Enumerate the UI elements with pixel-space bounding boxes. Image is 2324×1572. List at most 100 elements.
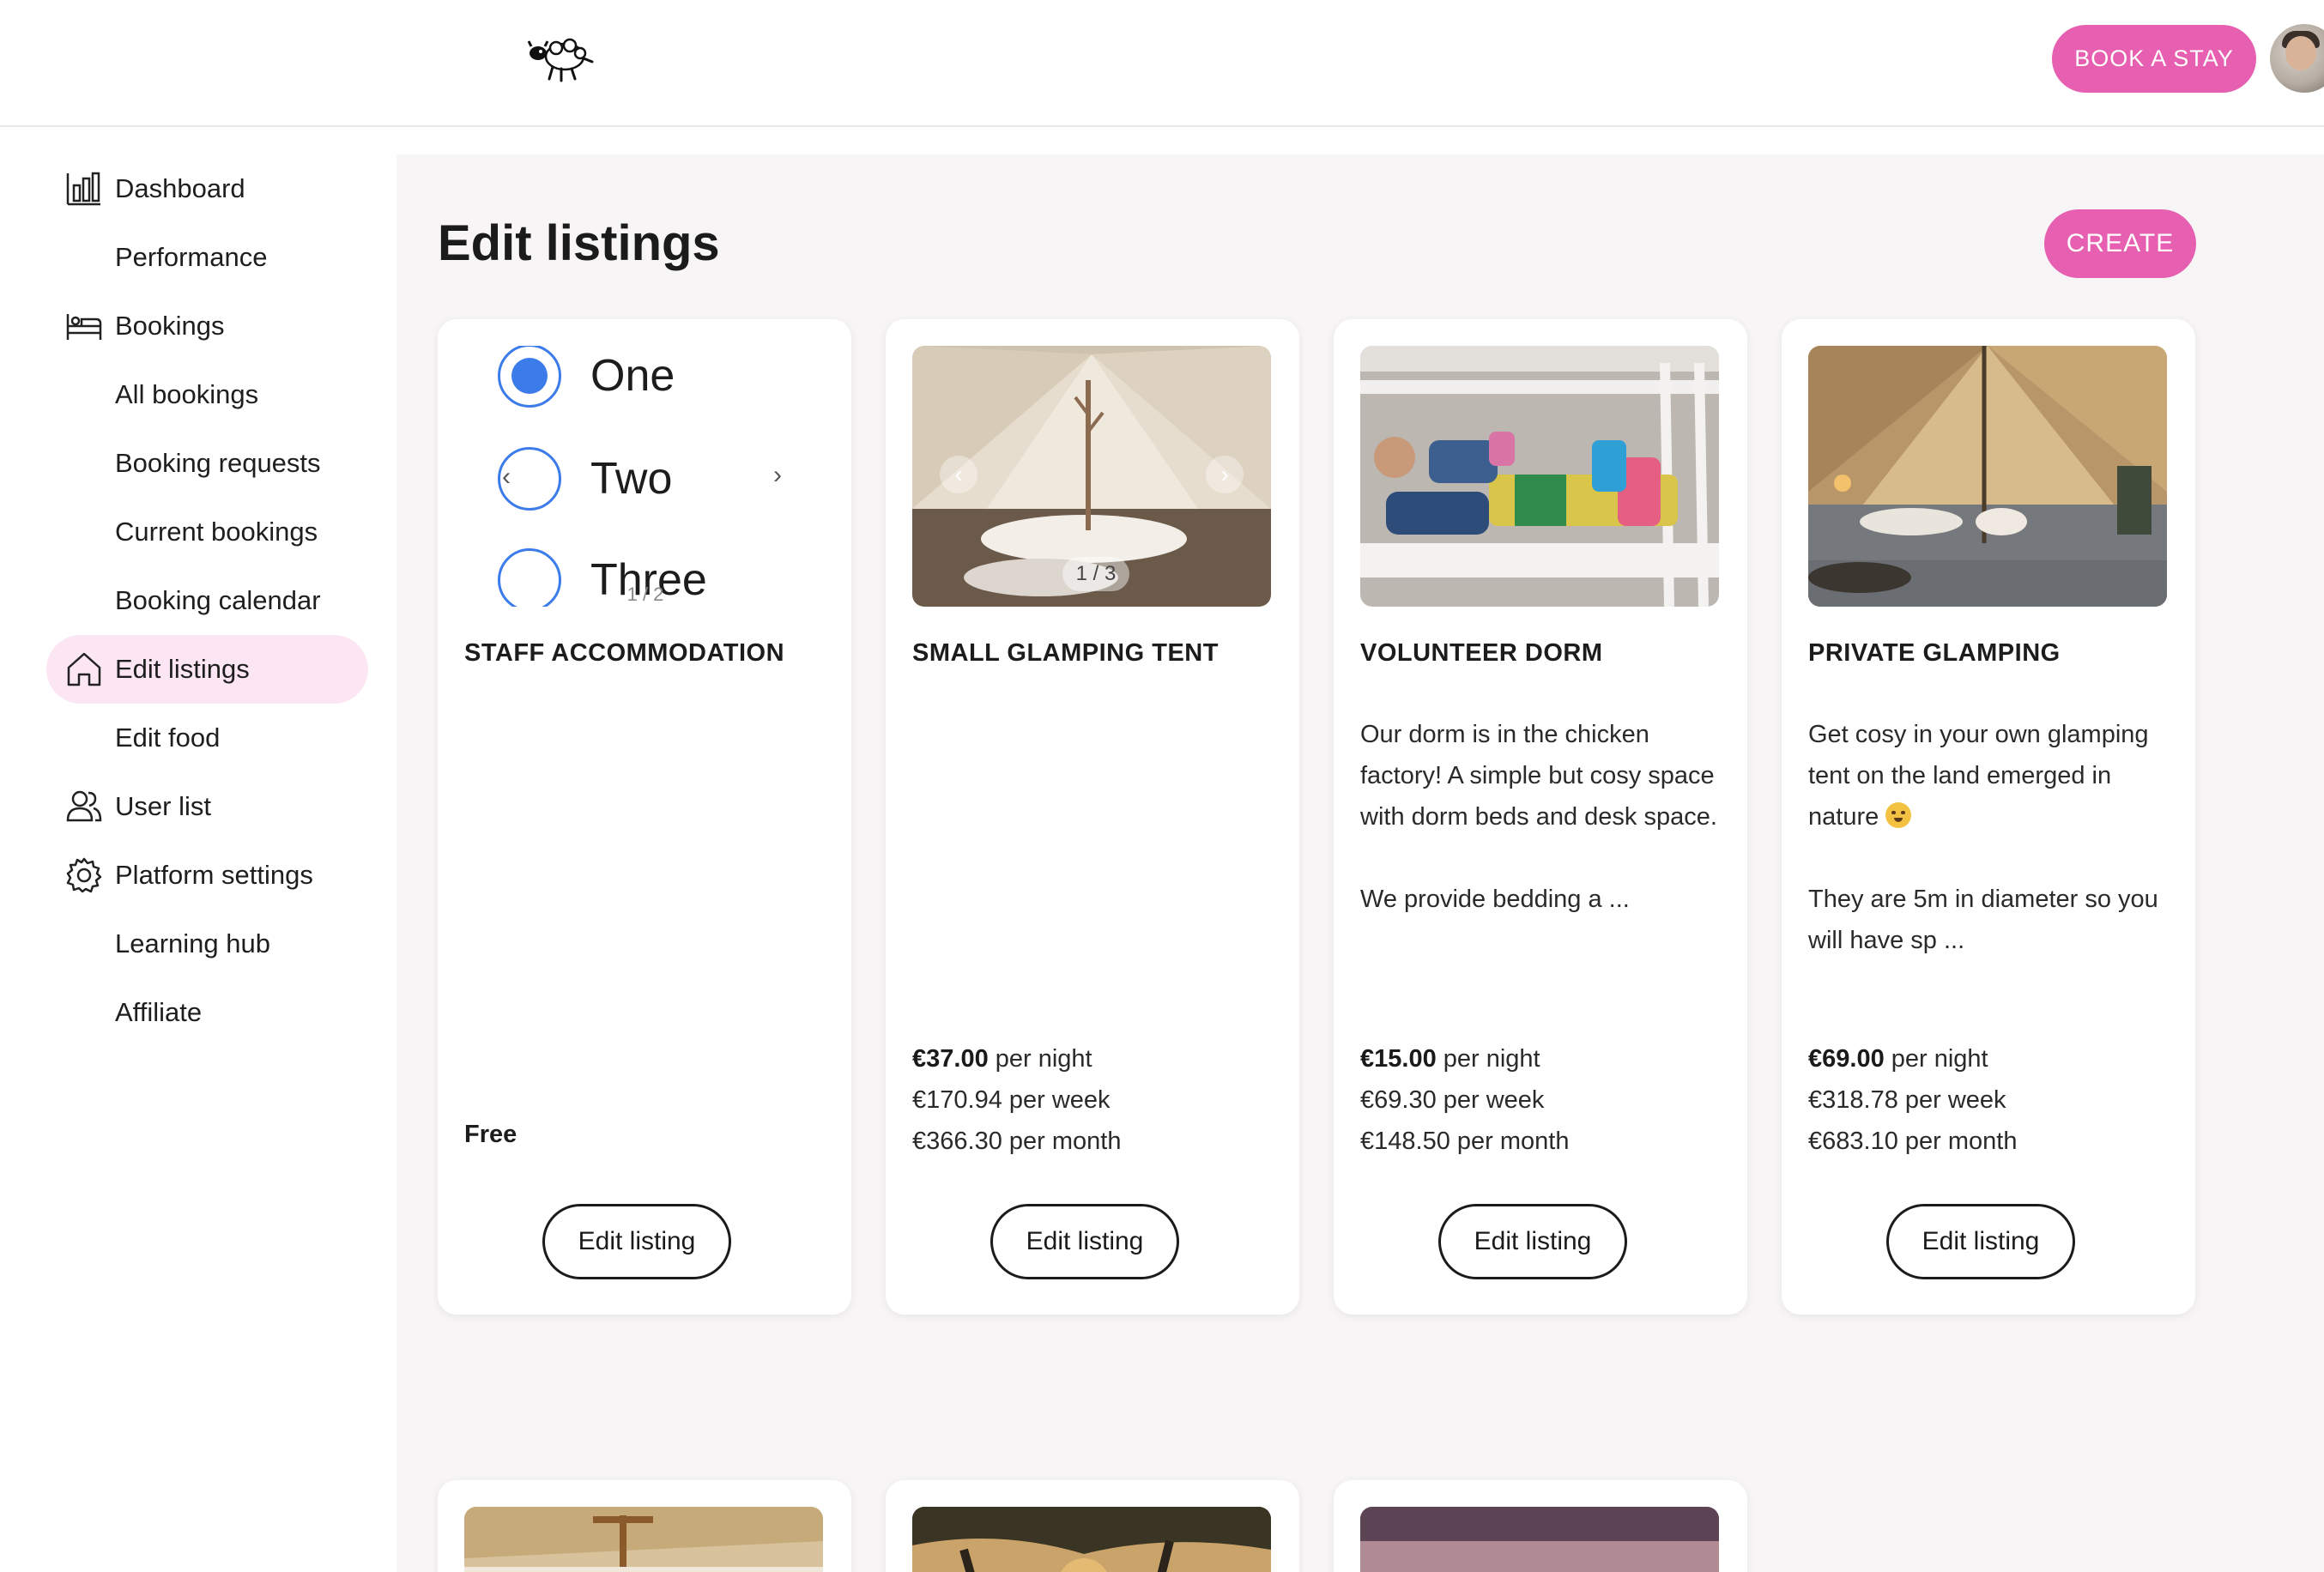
edit-listing-button[interactable]: Edit listing: [542, 1204, 731, 1279]
listing-title: PRIVATE GLAMPING: [1808, 639, 2061, 667]
night-suffix: per night: [1884, 1045, 1988, 1073]
description-paragraph: Get cosy in your own glamping tent on th…: [1808, 714, 2169, 837]
listing-title: VOLUNTEER DORM: [1360, 639, 1603, 667]
image-counter: 1 / 3: [1062, 557, 1129, 591]
listing-card: [1334, 1480, 1747, 1572]
users-icon: [66, 790, 102, 822]
listing-card: VOLUNTEER DORM Our dorm is in the chicke…: [1334, 319, 1747, 1315]
sidebar-item-label: Performance: [115, 242, 268, 272]
night-suffix: per night: [988, 1045, 1092, 1073]
sidebar-item-edit-listings[interactable]: Edit listings: [46, 635, 368, 704]
description-paragraph: We provide bedding a ...: [1360, 886, 1630, 913]
sidebar-item-performance[interactable]: Performance: [46, 223, 368, 292]
radio-option-one[interactable]: One: [498, 346, 675, 408]
dorm-bunk-image: [1360, 346, 1719, 607]
description-text: Get cosy in your own glamping tent on th…: [1808, 721, 2149, 831]
sidebar-item-label: User list: [115, 791, 211, 821]
tree-landscape-image: [912, 1507, 1271, 1572]
price-per-month: €683.10 per month: [1808, 1128, 2018, 1155]
radio-label: One: [590, 351, 675, 401]
sunset-landscape-image: [1360, 1507, 1719, 1572]
price-per-night: €15.00 per night: [1360, 1038, 1569, 1079]
sidebar-item-label: Edit food: [115, 723, 221, 753]
listing-title: STAFF ACCOMMODATION: [464, 639, 785, 667]
price-per-month: €148.50 per month: [1360, 1128, 1570, 1155]
glamping-tent-image: [1808, 346, 2167, 607]
chevron-right-icon[interactable]: ›: [773, 461, 782, 490]
night-price: €69.00: [1808, 1045, 1885, 1073]
listing-prices: €37.00 per night €170.94 per week €366.3…: [912, 1038, 1121, 1162]
sidebar-item-booking-calendar[interactable]: Booking calendar: [46, 566, 368, 635]
listing-description: Our dorm is in the chicken factory! A si…: [1360, 714, 1721, 920]
listing-image[interactable]: [1808, 346, 2167, 607]
listing-image[interactable]: [1360, 346, 1719, 607]
listing-description: Get cosy in your own glamping tent on th…: [1808, 714, 2169, 961]
chevron-right-icon[interactable]: ›: [1206, 456, 1244, 493]
chevron-left-icon[interactable]: ‹: [502, 463, 511, 492]
price-per-week: €170.94 per week: [912, 1086, 1111, 1114]
smiling-face-emoji-icon: [1885, 802, 1912, 828]
bar-chart-icon: [66, 172, 100, 206]
radio-label: Two: [590, 454, 673, 504]
sidebar-item-learning-hub[interactable]: Learning hub: [46, 910, 368, 978]
price-per-night: €69.00 per night: [1808, 1038, 2017, 1079]
sidebar-navigation: Dashboard Performance Bookings All booki…: [0, 129, 396, 1572]
sidebar-item-bookings[interactable]: Bookings: [46, 292, 368, 360]
listing-card: [886, 1480, 1299, 1572]
sidebar-item-label: All bookings: [115, 379, 259, 409]
edit-listing-button[interactable]: Edit listing: [1438, 1204, 1627, 1279]
listing-price: Free: [464, 1121, 517, 1148]
listing-image-carousel[interactable]: ‹ › 1 / 3: [912, 346, 1271, 607]
user-avatar[interactable]: [2270, 24, 2324, 93]
sidebar-item-edit-food[interactable]: Edit food: [46, 704, 368, 772]
main-content: Edit listings CREATE One Two Three ‹ › 1…: [396, 154, 2324, 1572]
page-title: Edit listings: [438, 215, 720, 271]
sidebar-item-user-list[interactable]: User list: [46, 772, 368, 841]
listing-card: PRIVATE GLAMPING Get cosy in your own gl…: [1782, 319, 2195, 1315]
home-icon: [67, 652, 101, 686]
sidebar-item-dashboard[interactable]: Dashboard: [46, 154, 368, 223]
listing-title: SMALL GLAMPING TENT: [912, 639, 1219, 667]
edit-listing-button[interactable]: Edit listing: [990, 1204, 1179, 1279]
listing-prices: €69.00 per night €318.78 per week €683.1…: [1808, 1038, 2017, 1162]
sidebar-item-booking-requests[interactable]: Booking requests: [46, 429, 368, 498]
sidebar-item-label: Booking calendar: [115, 585, 321, 615]
sidebar-item-label: Learning hub: [115, 928, 270, 958]
sidebar-item-platform-settings[interactable]: Platform settings: [46, 841, 368, 910]
sidebar-item-current-bookings[interactable]: Current bookings: [46, 498, 368, 566]
description-paragraph: Our dorm is in the chicken factory! A si…: [1360, 721, 1717, 831]
edit-listing-button[interactable]: Edit listing: [1886, 1204, 2075, 1279]
listing-image[interactable]: [1360, 1507, 1719, 1572]
listing-prices: €15.00 per night €69.30 per week €148.50…: [1360, 1038, 1569, 1162]
bed-icon: [66, 314, 102, 340]
night-suffix: per night: [1436, 1045, 1540, 1073]
sidebar-item-label: Affiliate: [115, 997, 203, 1027]
listing-image-carousel[interactable]: One Two Three ‹ › 1 / 2: [464, 346, 823, 607]
image-counter: 1 / 2: [626, 583, 664, 605]
sidebar-item-label: Platform settings: [115, 860, 313, 890]
description-paragraph: They are 5m in diameter so you will have…: [1808, 886, 2158, 954]
radio-button[interactable]: [498, 548, 561, 607]
sidebar-item-all-bookings[interactable]: All bookings: [46, 360, 368, 429]
night-price: €37.00: [912, 1045, 989, 1073]
gear-icon: [66, 857, 102, 893]
sidebar-item-label: Current bookings: [115, 517, 318, 547]
sidebar-item-affiliate[interactable]: Affiliate: [46, 978, 368, 1047]
chevron-left-icon[interactable]: ‹: [940, 456, 977, 493]
book-a-stay-button[interactable]: BOOK A STAY: [2052, 25, 2256, 93]
sidebar-item-label: Dashboard: [115, 173, 245, 203]
top-navigation-bar: BOOK A STAY: [0, 0, 2324, 127]
sidebar-item-label: Booking requests: [115, 448, 321, 478]
listing-card: ‹ › 1 / 3 SMALL GLAMPING TENT €37.00 per…: [886, 319, 1299, 1315]
create-listing-button[interactable]: CREATE: [2044, 209, 2196, 278]
avatar-face: [2285, 36, 2316, 70]
radio-button-checked[interactable]: [498, 346, 561, 408]
price-per-month: €366.30 per month: [912, 1128, 1122, 1155]
night-price: €15.00: [1360, 1045, 1437, 1073]
radio-option-two[interactable]: Two: [498, 447, 672, 511]
sheep-logo-icon[interactable]: [524, 33, 596, 88]
price-per-week: €318.78 per week: [1808, 1086, 2006, 1114]
listing-image[interactable]: [912, 1507, 1271, 1572]
listing-image[interactable]: [464, 1507, 823, 1572]
sidebar-item-label: Edit listings: [115, 654, 250, 684]
